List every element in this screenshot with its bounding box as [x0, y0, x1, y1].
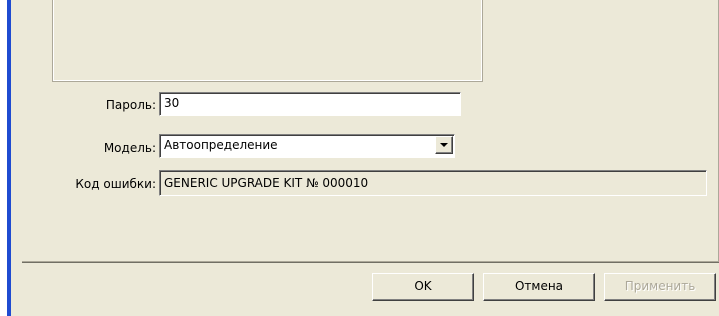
password-label: Пароль:	[105, 98, 156, 112]
password-value: 30	[164, 96, 180, 110]
group-box	[52, 0, 483, 82]
error-code-value: GENERIC UPGRADE KIT № 000010	[164, 176, 369, 190]
dialog-window: Пароль: 30 Модель: Автоопределение Код о…	[0, 0, 719, 316]
model-label: Модель:	[103, 141, 156, 155]
password-field[interactable]: 30	[159, 92, 461, 116]
ok-button[interactable]: OK	[372, 273, 474, 301]
model-select[interactable]: Автоопределение	[159, 134, 455, 158]
tab-page: Пароль: 30 Модель: Автоопределение Код о…	[22, 0, 719, 263]
apply-button[interactable]: Применить	[604, 273, 716, 301]
error-code-label: Код ошибки:	[75, 177, 156, 191]
cancel-button[interactable]: Отмена	[483, 273, 595, 301]
model-value: Автоопределение	[164, 138, 278, 152]
dialog-body: Пароль: 30 Модель: Автоопределение Код о…	[11, 0, 719, 316]
chevron-down-icon[interactable]	[435, 136, 453, 154]
error-code-field: GENERIC UPGRADE KIT № 000010	[159, 170, 707, 196]
